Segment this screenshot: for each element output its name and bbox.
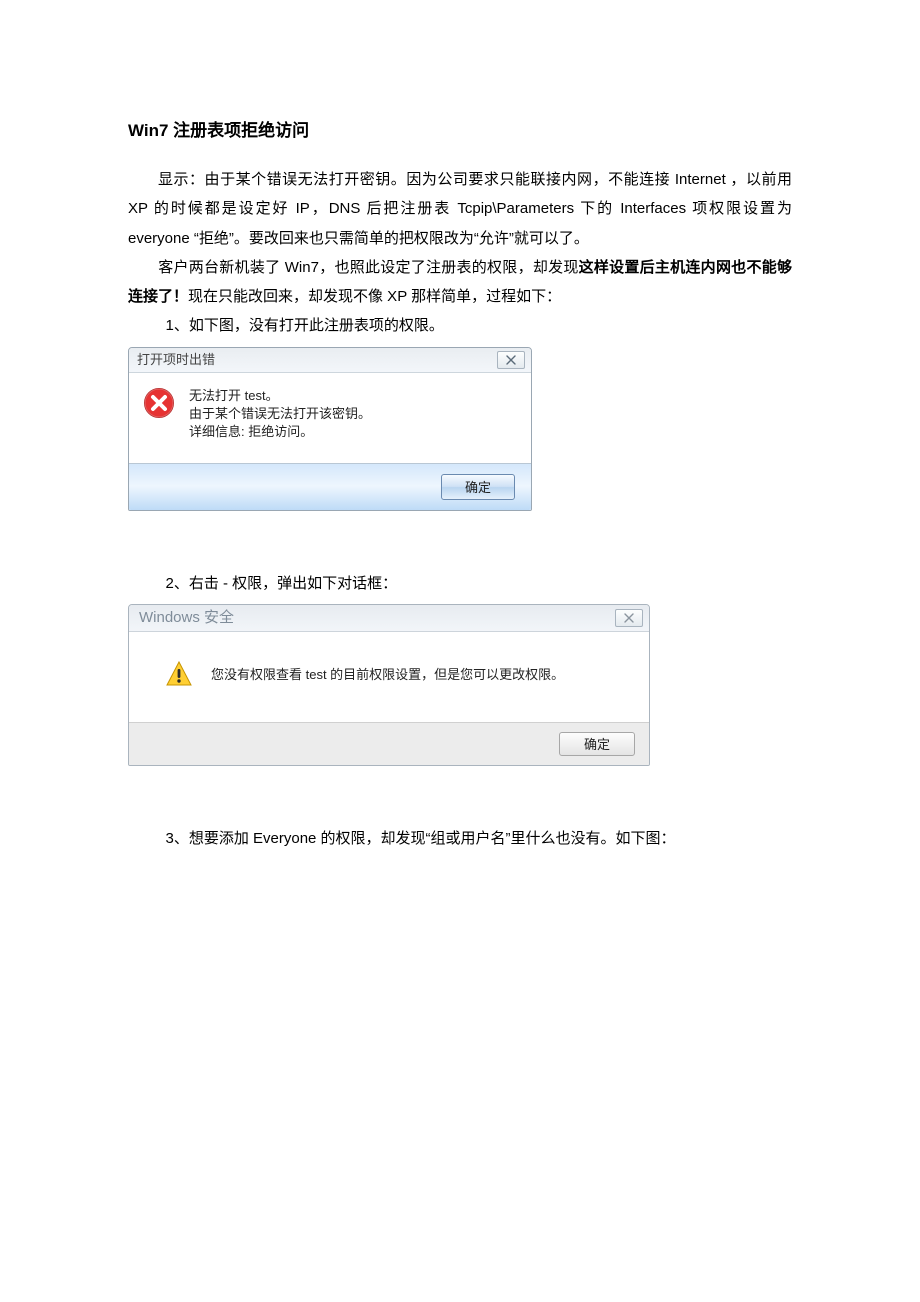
security-dialog-titlebar: Windows 安全: [129, 605, 649, 632]
error-line-2: 由于某个错误无法打开该密钥。: [189, 405, 371, 423]
security-dialog-body: 您没有权限查看 test 的目前权限设置，但是您可以更改权限。: [129, 632, 649, 722]
document-page: Win7 注册表项拒绝访问 显示：由于某个错误无法打开密钥。因为公司要求只能联接…: [0, 0, 920, 1302]
ok-button[interactable]: 确定: [441, 474, 515, 500]
error-dialog-footer: 确定: [129, 463, 531, 510]
close-icon: [623, 613, 635, 623]
error-dialog: 打开项时出错 无法打开 test。 由于某个错误无法打开该密钥。 详细信息: 拒…: [128, 347, 532, 512]
security-dialog-footer: 确定: [129, 722, 649, 765]
ok-button[interactable]: 确定: [559, 732, 635, 756]
paragraph-1: 显示：由于某个错误无法打开密钥。因为公司要求只能联接内网，不能连接 Intern…: [128, 165, 792, 253]
error-dialog-titlebar: 打开项时出错: [129, 348, 531, 373]
step-1: 1、如下图，没有打开此注册表项的权限。: [128, 311, 792, 340]
ok-button-label: 确定: [465, 475, 491, 500]
error-dialog-body: 无法打开 test。 由于某个错误无法打开该密钥。 详细信息: 拒绝访问。: [129, 373, 531, 464]
error-icon: [143, 387, 175, 419]
error-line-3: 详细信息: 拒绝访问。: [189, 423, 371, 441]
p2-tail: 现在只能改回来，却发现不像 XP 那样简单，过程如下：: [188, 288, 561, 305]
security-dialog: Windows 安全 您没有权限查看 test 的目前权限设置，但是您可以更改权…: [128, 604, 650, 766]
close-button[interactable]: [615, 609, 643, 627]
ok-button-label: 确定: [584, 732, 610, 757]
step-3: 3、想要添加 Everyone 的权限，却发现“组或用户名”里什么也没有。如下图…: [128, 824, 792, 853]
p2-lead: 客户两台新机装了 Win7，也照此设定了注册表的权限，却发现: [158, 259, 579, 276]
error-message: 无法打开 test。 由于某个错误无法打开该密钥。 详细信息: 拒绝访问。: [189, 387, 371, 442]
page-title: Win7 注册表项拒绝访问: [128, 114, 792, 147]
step-2: 2、右击 - 权限，弹出如下对话框：: [128, 569, 792, 598]
error-line-1: 无法打开 test。: [189, 387, 371, 405]
paragraph-2: 客户两台新机装了 Win7，也照此设定了注册表的权限，却发现这样设置后主机连内网…: [128, 253, 792, 312]
security-message: 您没有权限查看 test 的目前权限设置，但是您可以更改权限。: [211, 662, 564, 687]
warning-icon: [165, 660, 193, 688]
security-dialog-title: Windows 安全: [139, 605, 615, 631]
close-icon: [505, 355, 517, 365]
error-dialog-title: 打开项时出错: [137, 348, 497, 372]
close-button[interactable]: [497, 351, 525, 369]
